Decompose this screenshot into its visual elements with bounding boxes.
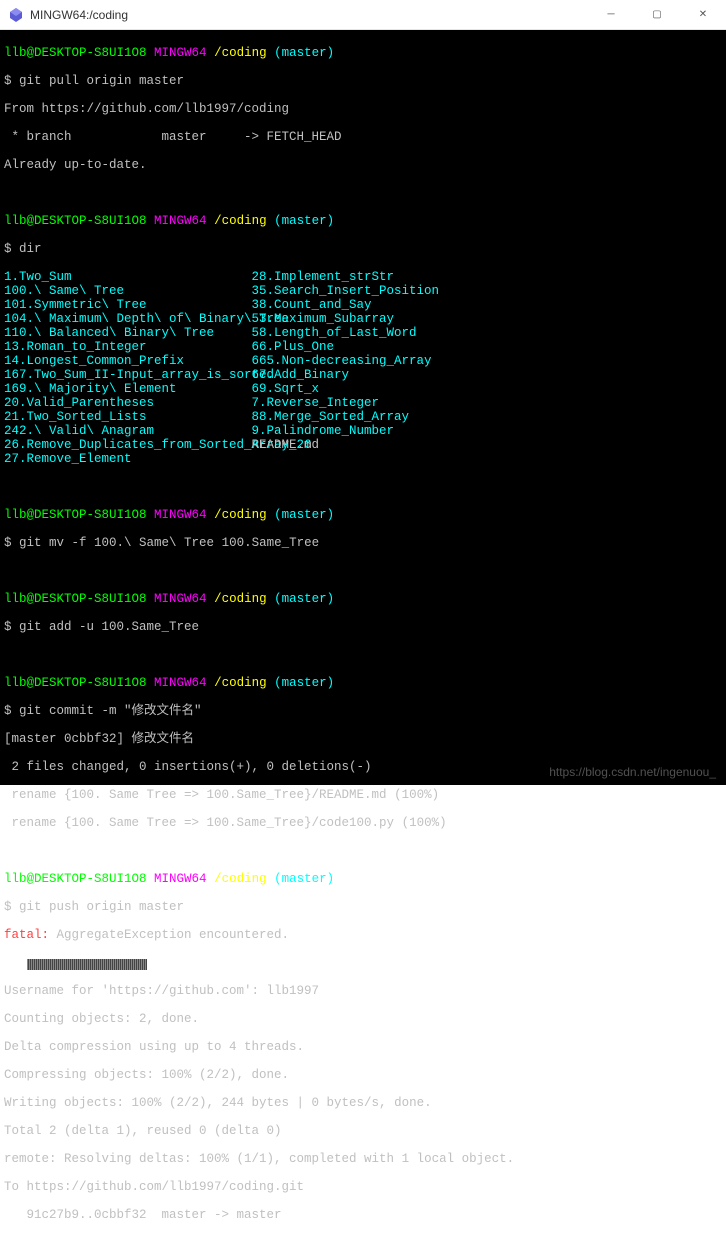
dir-entry: 1.Two_Sum [4,270,252,284]
output-line: 2 files changed, 0 insertions(+), 0 dele… [4,760,722,774]
output-line: rename {100. Same Tree => 100.Same_Tree}… [4,816,722,830]
dir-entry: 7.Reverse_Integer [252,396,380,410]
dir-row: 20.Valid_Parentheses7.Reverse_Integer [4,396,722,410]
dir-entry: 69.Sqrt_x [252,382,320,396]
dir-row: 14.Longest_Common_Prefix665.Non-decreasi… [4,354,722,368]
dir-entry: 169.\ Majority\ Element [4,382,252,396]
command-line: $ git push origin master [4,900,722,914]
command-line: $ git mv -f 100.\ Same\ Tree 100.Same_Tr… [4,536,722,550]
dir-row: 110.\ Balanced\ Binary\ Tree58.Length_of… [4,326,722,340]
dir-entry: 9.Palindrome_Number [252,424,395,438]
output-line: Total 2 (delta 1), reused 0 (delta 0) [4,1124,722,1138]
output-line: [master 0cbbf32] 修改文件名 [4,732,722,746]
minimize-button[interactable]: ─ [588,0,634,29]
dir-row: 27.Remove_Element [4,452,722,466]
output-line: Writing objects: 100% (2/2), 244 bytes |… [4,1096,722,1110]
dir-entry: 110.\ Balanced\ Binary\ Tree [4,326,252,340]
output-line: remote: Resolving deltas: 100% (1/1), co… [4,1152,722,1166]
prompt-line: llb@DESKTOP-S8UI1O8 MINGW64 /coding (mas… [4,214,722,228]
prompt-line: llb@DESKTOP-S8UI1O8 MINGW64 /coding (mas… [4,46,722,60]
output-line: Counting objects: 2, done. [4,1012,722,1026]
blank-line [4,186,722,200]
output-line: 91c27b9..0cbbf32 master -> master [4,1208,722,1222]
titlebar: MINGW64:/coding ─ ▢ ✕ [0,0,726,30]
redacted-icon [87,959,147,970]
output-line: From https://github.com/llb1997/coding [4,102,722,116]
dir-row: 26.Remove_Duplicates_from_Sorted_Array_2… [4,438,722,452]
command-line: $ dir [4,242,722,256]
output-line: rename {100. Same Tree => 100.Same_Tree}… [4,788,722,802]
output-line: Username for 'https://github.com': llb19… [4,984,722,998]
blank-line [4,844,722,858]
window-title: MINGW64:/coding [30,8,588,22]
dir-entry: 20.Valid_Parentheses [4,396,252,410]
dir-entry: 27.Remove_Element [4,452,252,466]
app-icon [8,7,24,23]
dir-entry: 21.Two_Sorted_Lists [4,410,252,424]
dir-entry: 104.\ Maximum\ Depth\ of\ Binary\ Tree [4,312,252,326]
dir-entry: 13.Roman_to_Integer [4,340,252,354]
dir-entry: 28.Implement_strStr [252,270,395,284]
dir-entry: 101.Symmetric\ Tree [4,298,252,312]
dir-entry: 100.\ Same\ Tree [4,284,252,298]
blank-line [4,480,722,494]
prompt-line: llb@DESKTOP-S8UI1O8 MINGW64 /coding (mas… [4,508,722,522]
output-line [4,956,722,970]
blank-line [4,648,722,662]
output-line: * branch master -> FETCH_HEAD [4,130,722,144]
dir-entry: 67.Add_Binary [252,368,350,382]
dir-row: 242.\ Valid\ Anagram9.Palindrome_Number [4,424,722,438]
dir-entry: 14.Longest_Common_Prefix [4,354,252,368]
terminal[interactable]: llb@DESKTOP-S8UI1O8 MINGW64 /coding (mas… [0,30,726,785]
dir-entry: 53.Maximum_Subarray [252,312,395,326]
dir-entry: 38.Count_and_Say [252,298,372,312]
close-button[interactable]: ✕ [680,0,726,29]
dir-row: 101.Symmetric\ Tree38.Count_and_Say [4,298,722,312]
window-buttons: ─ ▢ ✕ [588,0,726,29]
dir-entry: 66.Plus_One [252,340,335,354]
output-line: Compressing objects: 100% (2/2), done. [4,1068,722,1082]
dir-row: 1.Two_Sum28.Implement_strStr [4,270,722,284]
output-line: fatal: AggregateException encountered. [4,928,722,942]
prompt-line: llb@DESKTOP-S8UI1O8 MINGW64 /coding (mas… [4,676,722,690]
dir-entry: 242.\ Valid\ Anagram [4,424,252,438]
blank-line [4,564,722,578]
dir-row: 13.Roman_to_Integer66.Plus_One [4,340,722,354]
dir-entry: 58.Length_of_Last_Word [252,326,417,340]
dir-row: 21.Two_Sorted_Lists88.Merge_Sorted_Array [4,410,722,424]
redacted-icon [27,959,87,970]
dir-row: 169.\ Majority\ Element69.Sqrt_x [4,382,722,396]
output-line: To https://github.com/llb1997/coding.git [4,1180,722,1194]
dir-listing: 1.Two_Sum28.Implement_strStr100.\ Same\ … [4,270,722,466]
dir-entry: 88.Merge_Sorted_Array [252,410,410,424]
dir-row: 104.\ Maximum\ Depth\ of\ Binary\ Tree53… [4,312,722,326]
dir-entry: 167.Two_Sum_II-Input_array_is_sorted [4,368,252,382]
dir-entry: 665.Non-decreasing_Array [252,354,432,368]
dir-entry: 35.Search_Insert_Position [252,284,440,298]
output-line: Delta compression using up to 4 threads. [4,1040,722,1054]
command-line: $ git commit -m "修改文件名" [4,704,722,718]
dir-entry: README.md [252,438,320,452]
command-line: $ git add -u 100.Same_Tree [4,620,722,634]
output-line: Already up-to-date. [4,158,722,172]
command-line: $ git pull origin master [4,74,722,88]
prompt-line: llb@DESKTOP-S8UI1O8 MINGW64 /coding (mas… [4,872,722,886]
maximize-button[interactable]: ▢ [634,0,680,29]
dir-row: 167.Two_Sum_II-Input_array_is_sorted67.A… [4,368,722,382]
dir-entry: 26.Remove_Duplicates_from_Sorted_Array_2… [4,438,252,452]
dir-row: 100.\ Same\ Tree35.Search_Insert_Positio… [4,284,722,298]
prompt-line: llb@DESKTOP-S8UI1O8 MINGW64 /coding (mas… [4,592,722,606]
